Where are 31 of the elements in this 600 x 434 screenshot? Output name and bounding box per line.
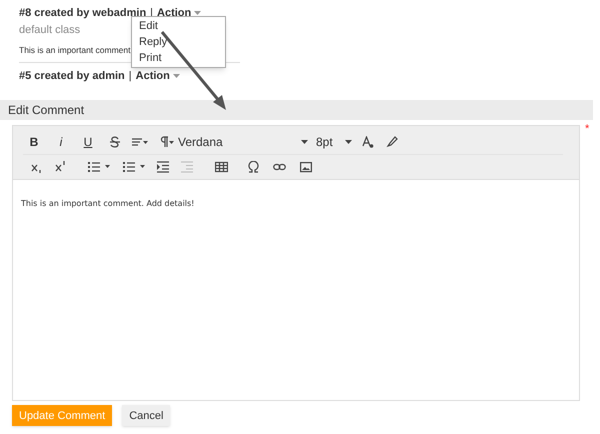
menu-item[interactable]: Print — [132, 50, 225, 66]
editor-text: This is an important comment. Add details! — [21, 199, 194, 208]
font-dropdown[interactable]: Verdana — [178, 133, 308, 152]
strikethrough-icon[interactable] — [110, 136, 120, 148]
bullet-list-icon[interactable] — [122, 160, 145, 173]
format-button[interactable]: B — [23, 133, 45, 152]
comment-header: #8 created by webadmin — [19, 6, 146, 21]
superscript-icon[interactable] — [55, 160, 67, 173]
editor-area[interactable]: This is an important comment. Add details! — [12, 180, 580, 402]
caret-icon — [172, 74, 180, 78]
menu-item[interactable]: Reply — [132, 34, 225, 50]
required-mark: * — [585, 122, 590, 138]
format-button[interactable]: i — [50, 133, 72, 152]
paragraph-icon[interactable] — [160, 136, 174, 148]
separator-text: | — [128, 69, 132, 84]
action-link[interactable]: Action — [136, 68, 180, 84]
comment-header: #5 created by admin — [19, 69, 125, 84]
omega-icon[interactable] — [248, 160, 259, 173]
size-dropdown[interactable]: 8pt — [316, 133, 352, 152]
align-icon[interactable] — [132, 136, 148, 148]
text-color-icon[interactable] — [362, 136, 374, 148]
highlighter-icon[interactable] — [386, 136, 398, 148]
comment-class: default class — [19, 23, 80, 38]
table-icon[interactable] — [215, 160, 228, 173]
indent-icon[interactable] — [157, 160, 169, 173]
numbered-list-icon[interactable] — [87, 160, 110, 173]
cancel-button[interactable]: Cancel — [122, 405, 170, 426]
section-title: Edit Comment — [8, 102, 84, 120]
format-button[interactable]: U — [77, 133, 99, 152]
comment-text: This is an important comment — [19, 44, 130, 56]
image-icon[interactable] — [300, 160, 312, 173]
